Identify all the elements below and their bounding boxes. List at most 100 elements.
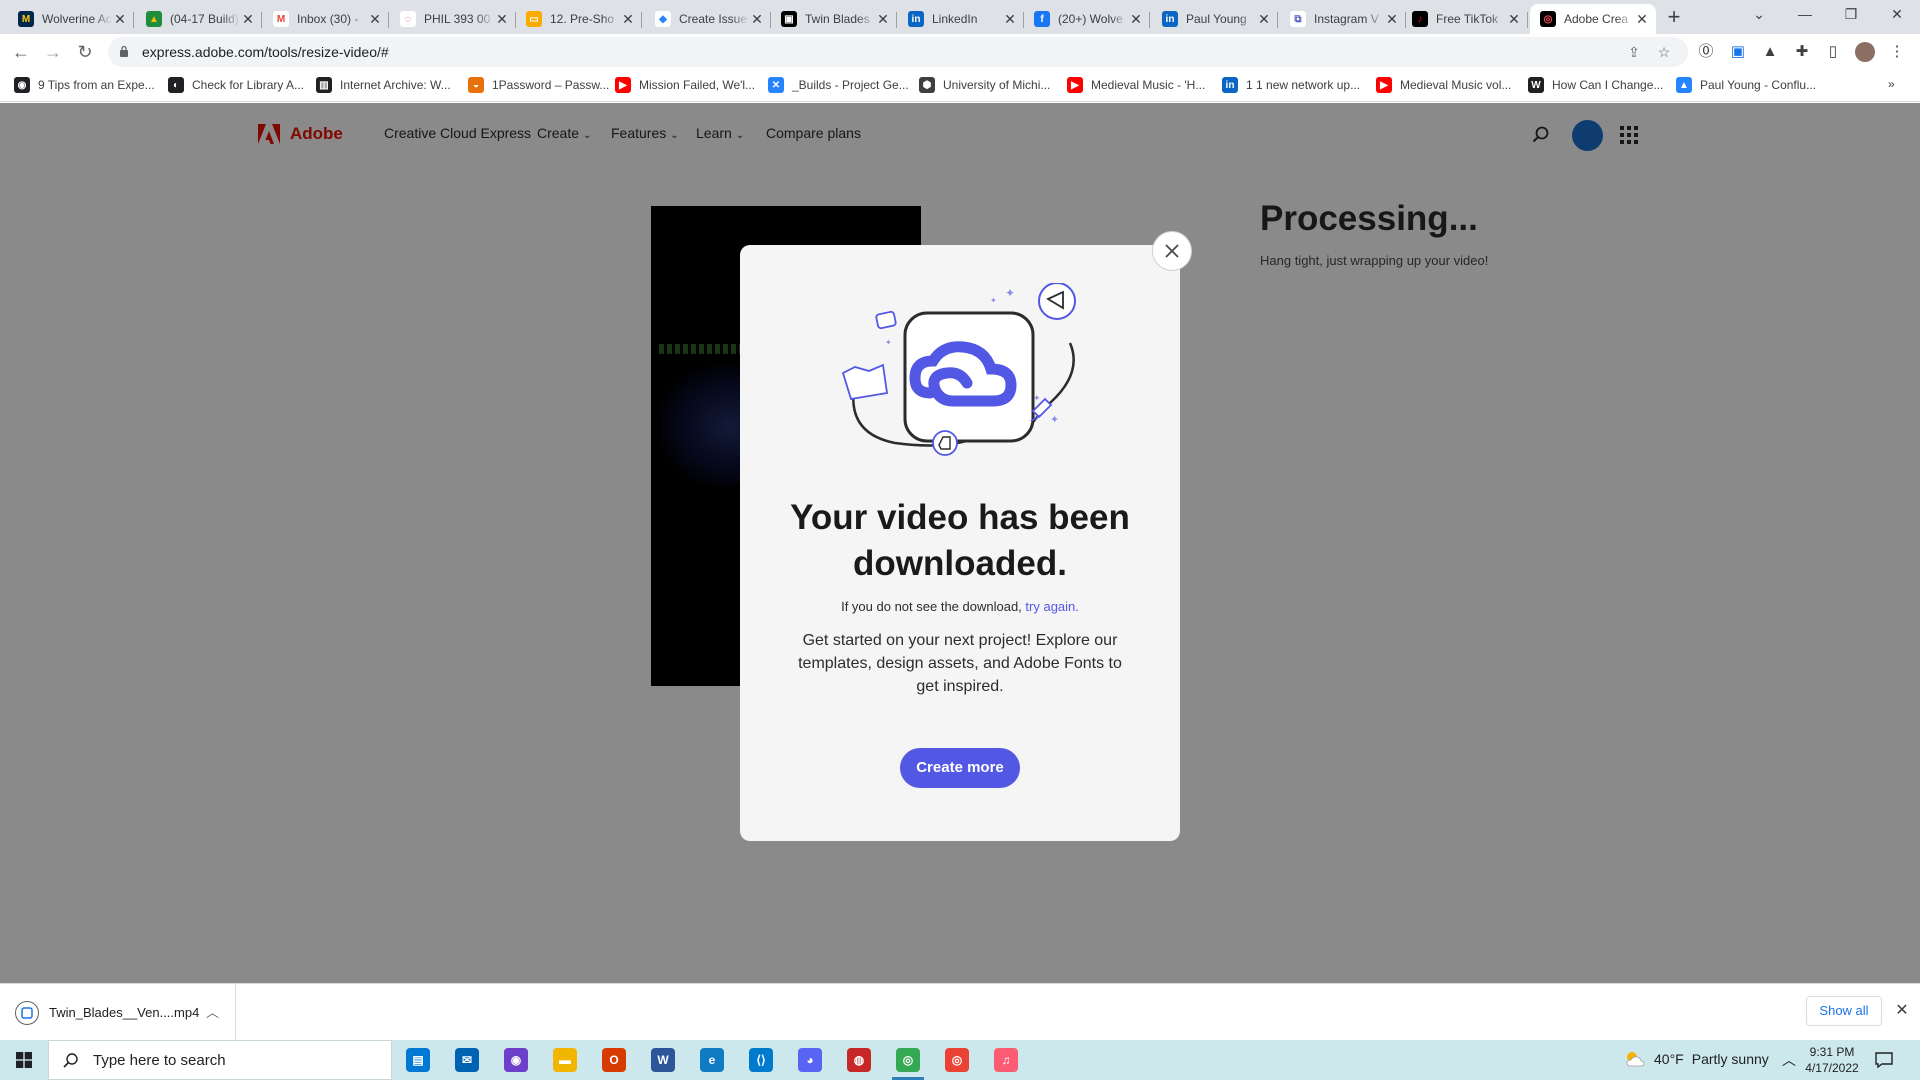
- bookmark-item[interactable]: ▶ Medieval Music - 'H...: [1067, 77, 1205, 93]
- browser-tab[interactable]: in LinkedIn ✕: [898, 4, 1024, 34]
- back-icon[interactable]: ←: [9, 40, 33, 64]
- bookmark-item[interactable]: ▶ Mission Failed, We'l...: [615, 77, 755, 93]
- bookmark-item[interactable]: W How Can I Change...: [1528, 77, 1663, 93]
- browser-tab[interactable]: M Inbox (30) - ✕: [263, 4, 389, 34]
- tab-close-icon[interactable]: ✕: [1634, 11, 1650, 27]
- retry-message: If you do not see the download, try agai…: [740, 599, 1180, 614]
- tab-close-icon[interactable]: ✕: [112, 11, 128, 27]
- bookmark-item[interactable]: ⬢ University of Michi...: [919, 77, 1050, 93]
- reload-icon[interactable]: ↻: [73, 40, 97, 64]
- bookmark-item[interactable]: ◉ 9 Tips from an Expe...: [14, 77, 155, 93]
- file-explorer-app[interactable]: ▬: [541, 1040, 589, 1080]
- word-app[interactable]: W: [639, 1040, 687, 1080]
- tab-close-icon[interactable]: ✕: [875, 11, 891, 27]
- create-more-button[interactable]: Create more: [900, 748, 1020, 788]
- browser-tab[interactable]: ♪ Free TikTok ✕: [1402, 4, 1528, 34]
- system-clock[interactable]: 9:31 PM 4/17/2022: [1803, 1044, 1861, 1076]
- tab-close-icon[interactable]: ✕: [620, 11, 636, 27]
- tab-close-icon[interactable]: ✕: [1002, 11, 1018, 27]
- minimize-button[interactable]: —: [1782, 0, 1828, 30]
- lock-icon: [120, 45, 128, 57]
- itunes-app[interactable]: ♫: [982, 1040, 1030, 1080]
- address-bar[interactable]: express.adobe.com/tools/resize-video/# ⇪…: [108, 37, 1688, 67]
- close-shelf-icon[interactable]: ✕: [1892, 1001, 1912, 1021]
- browser-tab[interactable]: ◎ Adobe Crea ✕: [1530, 4, 1656, 34]
- davinci-app[interactable]: ◍: [835, 1040, 883, 1080]
- browser-tab[interactable]: ⧉ Instagram V ✕: [1280, 4, 1406, 34]
- tab-close-icon[interactable]: ✕: [1128, 11, 1144, 27]
- bookmark-label: Mission Failed, We'l...: [639, 78, 756, 92]
- bookmark-label: Medieval Music - 'H...: [1091, 78, 1206, 92]
- tab-close-icon[interactable]: ✕: [240, 11, 256, 27]
- canvas-icon: ◌: [400, 11, 416, 27]
- tab-close-icon[interactable]: ✕: [1384, 11, 1400, 27]
- chevron-up-icon[interactable]: ︿: [206, 1002, 219, 1021]
- tab-separator: [133, 12, 134, 28]
- github-app[interactable]: ◉: [492, 1040, 540, 1080]
- extensions-puzzle-icon[interactable]: ✚: [1792, 42, 1812, 62]
- browser-tab[interactable]: ◌ PHIL 393 00 ✕: [390, 4, 516, 34]
- bookmark-item[interactable]: in 1 1 new network up...: [1222, 77, 1360, 93]
- bookmark-item[interactable]: ▲ Paul Young - Conflu...: [1676, 77, 1816, 93]
- discord-app[interactable]: ◕: [786, 1040, 834, 1080]
- browser-tab[interactable]: ▭ 12. Pre-Sho ✕: [516, 4, 642, 34]
- office-app[interactable]: O: [590, 1040, 638, 1080]
- restore-button[interactable]: ❐: [1828, 0, 1874, 30]
- notification-icon[interactable]: [1874, 1050, 1894, 1070]
- new-tab-button[interactable]: +: [1662, 6, 1686, 30]
- extension-1password-icon[interactable]: ⓪: [1696, 42, 1716, 62]
- tab-search-icon[interactable]: ⌄: [1736, 0, 1782, 30]
- store-app[interactable]: ▤: [394, 1040, 442, 1080]
- google-drive-icon: ▲: [146, 11, 162, 27]
- tab-title: Instagram V: [1314, 12, 1379, 26]
- tab-close-icon[interactable]: ✕: [494, 11, 510, 27]
- start-button[interactable]: [0, 1040, 48, 1080]
- taskbar-search-input[interactable]: Type here to search: [48, 1040, 392, 1080]
- instagram-icon: ⧉: [1290, 11, 1306, 27]
- mail-app[interactable]: ✉: [443, 1040, 491, 1080]
- bookmark-item[interactable]: ▥ Internet Archive: W...: [316, 77, 451, 93]
- tab-close-icon[interactable]: ✕: [749, 11, 765, 27]
- tab-title: Inbox (30) -: [297, 12, 359, 26]
- tray-chevron-icon[interactable]: ︿: [1782, 1050, 1796, 1070]
- browser-tab[interactable]: ▣ Twin Blades ✕: [771, 4, 897, 34]
- bookmark-item[interactable]: ▶ Medieval Music vol...: [1376, 77, 1511, 93]
- close-window-button[interactable]: ✕: [1874, 0, 1920, 30]
- bookmark-item[interactable]: ◒ 1Password – Passw...: [468, 77, 609, 93]
- browser-tab[interactable]: ▲ (04-17 Build) ✕: [136, 4, 262, 34]
- bookmark-item[interactable]: ◐ Check for Library A...: [168, 77, 304, 93]
- profile-avatar[interactable]: [1855, 42, 1875, 62]
- tab-title: LinkedIn: [932, 12, 978, 26]
- tab-close-icon[interactable]: ✕: [367, 11, 383, 27]
- extension-a-icon[interactable]: ▲: [1760, 42, 1780, 62]
- show-all-button[interactable]: Show all: [1806, 996, 1882, 1026]
- extension-screen-icon[interactable]: ▣: [1728, 42, 1748, 62]
- download-item[interactable]: Twin_Blades__Ven....mp4 ︿: [0, 984, 236, 1040]
- tab-close-icon[interactable]: ✕: [1256, 11, 1272, 27]
- bookmarks-overflow-icon[interactable]: »: [1888, 77, 1895, 91]
- bookmark-item[interactable]: ✕ _Builds - Project Ge...: [768, 77, 909, 93]
- browser-tab[interactable]: ◆ Create Issue ✕: [645, 4, 771, 34]
- close-dialog-button[interactable]: [1152, 231, 1192, 271]
- forward-icon[interactable]: →: [41, 40, 65, 64]
- browser-tab[interactable]: f (20+) Wolve ✕: [1024, 4, 1150, 34]
- browser-tab[interactable]: in Paul Young ✕: [1152, 4, 1278, 34]
- chrome-app[interactable]: ◎: [884, 1040, 932, 1080]
- edge-app[interactable]: e: [688, 1040, 736, 1080]
- tab-title: Free TikTok: [1436, 12, 1499, 26]
- chrome-profile-app[interactable]: ◎: [933, 1040, 981, 1080]
- taskbar-search-placeholder: Type here to search: [93, 1051, 226, 1069]
- weather-widget[interactable]: 40°F Partly sunny: [1624, 1050, 1769, 1068]
- browser-tab[interactable]: M Wolverine Access✕: [8, 4, 134, 34]
- menu-icon[interactable]: ⋮: [1887, 42, 1907, 62]
- share-icon[interactable]: ⇪: [1626, 44, 1642, 60]
- try-again-link[interactable]: try again.: [1025, 599, 1078, 614]
- partly-sunny-icon: [1626, 1052, 1645, 1067]
- bookmark-label: _Builds - Project Ge...: [792, 78, 909, 92]
- tab-title: (04-17 Build): [170, 12, 239, 26]
- vscode-app[interactable]: ⟨⟩: [737, 1040, 785, 1080]
- sidebar-icon[interactable]: ▯: [1823, 42, 1843, 62]
- bookmark-star-icon[interactable]: ☆: [1656, 44, 1672, 60]
- tab-close-icon[interactable]: ✕: [1506, 11, 1522, 27]
- wolverine-m-icon: M: [18, 11, 34, 27]
